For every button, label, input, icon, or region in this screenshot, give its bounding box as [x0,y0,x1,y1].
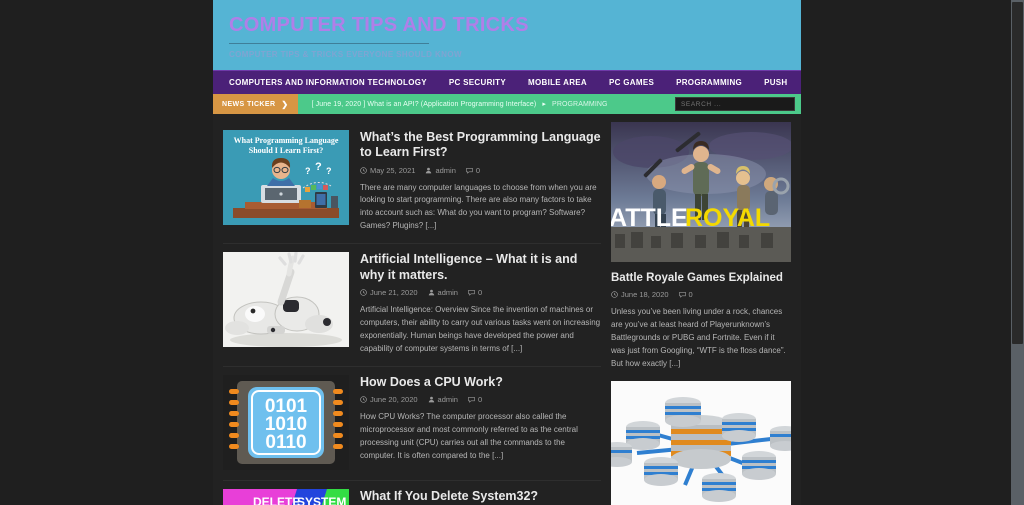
meta-date-text: June 21, 2020 [370,287,418,297]
article-title[interactable]: Artificial Intelligence – What it is and… [360,252,601,283]
thumb-database-network[interactable] [611,381,791,505]
meta-date-text: May 25, 2021 [370,165,416,175]
comment-icon [466,167,473,174]
meta-date-text: June 18, 2020 [621,290,669,300]
thumb-battle-royale[interactable]: ATTLE ROYAL [611,122,791,262]
article-excerpt: Artificial Intelligence: Overview Since … [360,304,601,353]
article-item: Artificial Intelligence – What it is and… [223,244,601,367]
comment-icon [468,396,475,403]
user-icon [428,396,434,403]
nav-item-computers-it[interactable]: COMPUTERS AND INFORMATION TECHNOLOGY [229,78,427,87]
meta-comments: 0 [468,395,482,404]
meta-author: admin [428,395,458,404]
news-ticker-bar: NEWS TICKER ❯ [ June 19, 2020 ] What is … [213,94,801,114]
article-meta: May 25, 2021 admin 0 [360,166,601,175]
meta-date: June 18, 2020 [611,290,669,299]
meta-author-text[interactable]: admin [438,395,458,404]
comment-icon [468,289,475,296]
article-item: 0101 1010 0110 How Does a CPU Work? June… [223,367,601,481]
nav-item-mobile-area[interactable]: MOBILE AREA [528,78,587,87]
article-item: DELETE SYSTEM 32 What If You Delete Syst… [223,481,601,505]
article-meta: June 21, 2020 admin 0 [360,288,601,297]
comment-icon [678,292,686,299]
article-body: How Does a CPU Work? June 20, 2020 admin… [360,375,601,470]
sidebar-article-meta: June 18, 2020 0 [611,290,791,299]
news-ticker-label: NEWS TICKER [222,100,276,108]
site-masthead: COMPUTER TIPS AND TRICKS COMPUTER TIPS &… [213,0,801,70]
main-column: What Programming Language Should I Learn… [223,122,601,505]
clock-icon [360,396,367,403]
clock-icon [611,291,618,299]
article-title[interactable]: How Does a CPU Work? [360,375,601,390]
thumb-programming-language[interactable]: What Programming Language Should I Learn… [223,130,349,225]
search-input[interactable] [675,97,795,111]
scrollbar-thumb[interactable] [1012,2,1023,344]
article-excerpt: There are many computer languages to cho… [360,182,597,231]
main-navigation: COMPUTERS AND INFORMATION TECHNOLOGY PC … [213,70,801,94]
sidebar-article-excerpt: Unless you’ve been living under a rock, … [611,307,786,369]
meta-comments-count: 0 [688,290,693,300]
article-meta: June 20, 2020 admin 0 [360,395,601,404]
meta-comments-count: 0 [475,165,481,175]
nav-item-programming[interactable]: PROGRAMMING [676,78,742,87]
user-icon [428,289,434,296]
svg-text:What Programming Language: What Programming Language [234,136,339,145]
article-title[interactable]: What If You Delete System32? [360,489,601,504]
sidebar-column: ATTLE ROYAL Battle Royale Games Explaine… [611,122,791,505]
user-icon [426,167,432,173]
page-scrollbar[interactable] [1011,0,1024,505]
article-title[interactable]: What’s the Best Programming Language to … [360,130,601,161]
content-area: What Programming Language Should I Learn… [213,114,801,505]
clock-icon [360,289,367,296]
meta-comments-count: 0 [477,394,483,404]
site-tagline: COMPUTER TIPS & TRICKS EVERYONE SHOULD K… [229,50,462,59]
article-body: Artificial Intelligence – What it is and… [360,252,601,355]
svg-text:ROYAL: ROYAL [685,204,770,232]
meta-author-text[interactable]: admin [438,288,458,297]
meta-comments: 0 [466,166,480,175]
svg-text:DELETE: DELETE [253,495,300,505]
web-page: COMPUTER TIPS AND TRICKS COMPUTER TIPS &… [213,0,801,505]
ticker-category[interactable]: PROGRAMMING [552,101,608,108]
svg-text:ATTLE: ATTLE [611,204,688,232]
meta-author: admin [425,166,456,175]
sidebar-featured-card: ATTLE ROYAL Battle Royale Games Explaine… [611,122,791,371]
article-excerpt: How CPU Works? The computer processor al… [360,411,578,460]
meta-date-text: June 20, 2020 [370,394,418,404]
article-item: What Programming Language Should I Learn… [223,122,601,245]
meta-date: June 20, 2020 [360,395,418,404]
chevron-right-icon: ❯ [281,99,289,109]
sidebar-article-title[interactable]: Battle Royale Games Explained [611,271,791,285]
news-ticker-badge[interactable]: NEWS TICKER ❯ [213,94,298,114]
meta-date: June 21, 2020 [360,288,418,297]
meta-comments: 0 [678,290,693,300]
thumb-ai-robot[interactable] [223,252,349,348]
meta-date: May 25, 2021 [360,166,415,175]
meta-author: admin [428,288,458,297]
clock-icon [360,166,367,174]
svg-text:SYSTEM 32: SYSTEM 32 [297,495,349,505]
nav-item-pc-security[interactable]: PC SECURITY [449,78,506,87]
ticker-headline[interactable]: What is an API? (Application Programming… [367,101,536,108]
thumb-cpu-binary[interactable]: 0101 1010 0110 [223,374,349,470]
svg-text:?: ? [305,166,311,176]
site-title[interactable]: COMPUTER TIPS AND TRICKS [229,14,785,36]
title-divider [229,43,429,44]
article-body: What If You Delete System32? [360,489,601,505]
thumb-delete-system32[interactable]: DELETE SYSTEM 32 [223,488,349,505]
article-body: What’s the Best Programming Language to … [360,130,601,233]
ticker-date: [ June 19, 2020 ] [311,101,366,108]
meta-comments: 0 [468,288,482,297]
svg-text:0110: 0110 [265,432,306,453]
svg-text:?: ? [315,161,322,173]
news-ticker-item[interactable]: [ June 19, 2020 ] What is an API? (Appli… [312,100,608,108]
meta-author-text[interactable]: admin [435,166,455,175]
svg-text:?: ? [326,166,332,176]
nav-item-push[interactable]: PUSH [764,78,787,87]
svg-text:Should I Learn First?: Should I Learn First? [249,146,323,155]
meta-comments-count: 0 [477,287,483,297]
nav-item-pc-games[interactable]: PC GAMES [609,78,654,87]
ticker-separator-icon: ▸ [542,101,546,108]
